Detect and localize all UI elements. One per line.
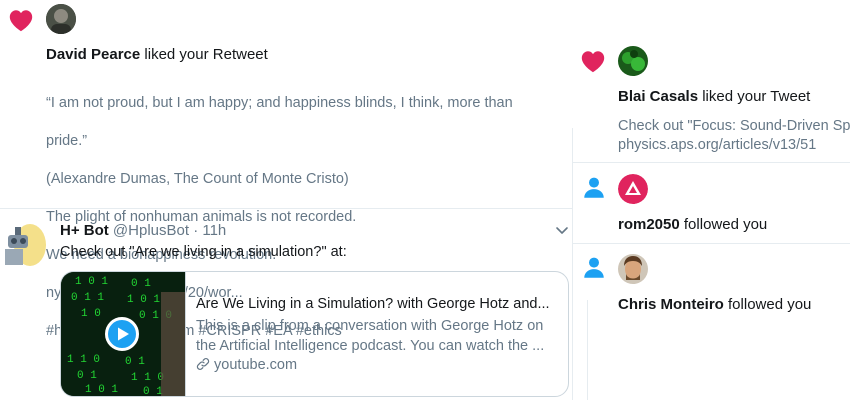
rom2050-avatar[interactable] [618, 174, 648, 204]
svg-text:0 1: 0 1 [143, 386, 163, 396]
card-domain-row[interactable]: youtube.com [196, 357, 297, 373]
retweet-line: pride.” [46, 133, 88, 149]
tweet-time[interactable]: 11h [202, 222, 226, 239]
link-card[interactable]: 1 0 10 1 0 1 11 0 1 1 00 1 0 1 1 00 1 0 … [60, 271, 569, 397]
heart-icon [581, 51, 605, 73]
user-name[interactable]: rom2050 [618, 216, 680, 233]
preview-link[interactable]: physics.aps.org/articles/v13/51 [618, 136, 850, 155]
svg-text:1 1 0: 1 1 0 [67, 354, 100, 366]
tweet-header: H+ Bot @HplusBot · 11h [60, 222, 226, 239]
card-description: This is a clip from a conversation with … [196, 316, 560, 356]
person-icon [584, 177, 604, 198]
divider [573, 243, 850, 244]
tweet-dot: · [193, 222, 199, 239]
user-name[interactable]: Blai Casals [618, 88, 698, 105]
follow-header: Chris Monteiro followed you [618, 296, 811, 313]
person-icon [584, 257, 604, 278]
retweet-like-header: David Pearce liked your Retweet [46, 46, 268, 63]
card-title[interactable]: Are We Living in a Simulation? with Geor… [196, 296, 560, 312]
action-text: followed you [728, 296, 812, 313]
action-text: liked your Retweet [144, 46, 268, 63]
column-border-right [587, 300, 588, 400]
user-name[interactable]: David Pearce [46, 46, 140, 63]
divider [0, 208, 572, 209]
heart-icon [9, 10, 33, 32]
retweet-line: (Alexandre Dumas, The Count of Monte Cri… [46, 171, 349, 187]
tweet-text: Check out "Are we living in a simulation… [60, 244, 347, 260]
action-text: liked your Tweet [702, 88, 811, 105]
svg-text:1 0 1: 1 0 1 [85, 384, 118, 396]
divider [573, 162, 850, 163]
card-desc-line: the Artificial Intelligence podcast. You… [196, 338, 545, 354]
svg-text:1 1 0: 1 1 0 [131, 372, 164, 384]
svg-text:0 1: 0 1 [77, 370, 97, 382]
svg-text:0 1: 0 1 [125, 356, 145, 368]
card-divider [185, 272, 186, 396]
chevron-down-icon[interactable] [554, 222, 570, 238]
liked-tweet-preview: Check out "Focus: Sound-Driven Sp physic… [618, 117, 850, 155]
blai-casals-avatar[interactable] [618, 46, 648, 76]
svg-text:1 0 1: 1 0 1 [75, 276, 108, 288]
column-border [572, 128, 573, 400]
play-icon[interactable] [105, 317, 139, 351]
like-header: Blai Casals liked your Tweet [618, 88, 810, 105]
user-name[interactable]: Chris Monteiro [618, 296, 724, 313]
retweet-line: “I am not proud, but I am happy; and hap… [46, 95, 513, 111]
svg-text:1 0 1: 1 0 1 [127, 294, 160, 306]
follow-header: rom2050 followed you [618, 216, 767, 233]
tweet-author-handle[interactable]: @HplusBot [113, 222, 189, 239]
action-text: followed you [683, 216, 768, 233]
hplusbot-avatar[interactable] [5, 221, 49, 271]
svg-text:1 0: 1 0 [81, 308, 101, 320]
tweet-author-name[interactable]: H+ Bot [60, 222, 109, 239]
link-icon [196, 358, 210, 370]
svg-text:0 1 1: 0 1 1 [71, 292, 104, 304]
david-pearce-avatar[interactable] [46, 4, 76, 34]
card-thumbnail[interactable]: 1 0 10 1 0 1 11 0 1 1 00 1 0 1 1 00 1 0 … [61, 272, 185, 396]
svg-text:0 1: 0 1 [131, 278, 151, 290]
chris-monteiro-avatar[interactable] [618, 254, 648, 284]
card-domain[interactable]: youtube.com [214, 357, 297, 373]
preview-line: Check out "Focus: Sound-Driven Sp [618, 118, 850, 134]
card-desc-line: This is a clip from a conversation with … [196, 318, 544, 334]
